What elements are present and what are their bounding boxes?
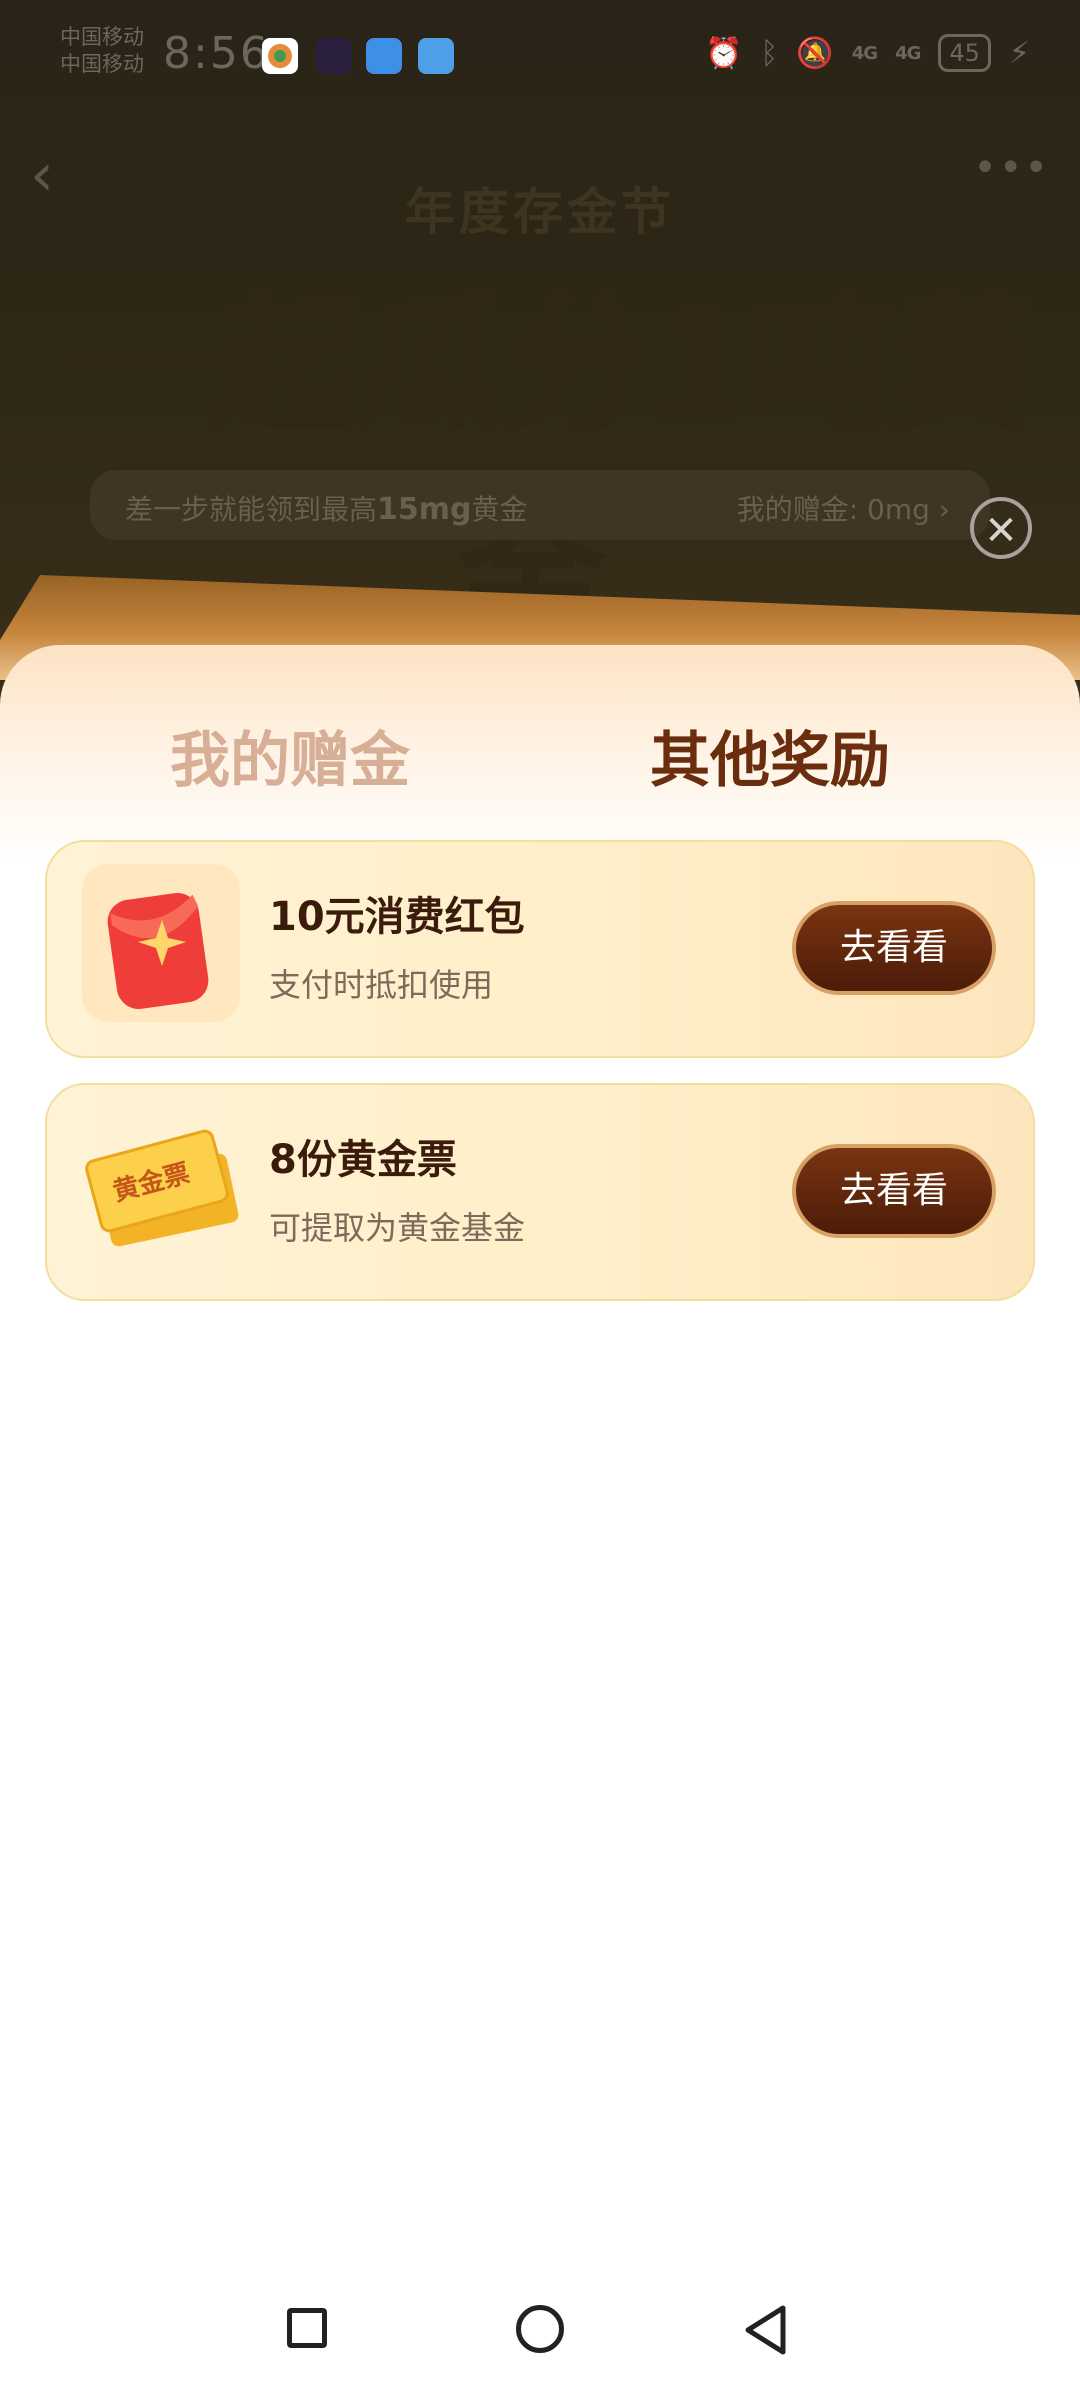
rewards-sheet: 我的赠金 其他奖励 10元消费红包 支付时抵扣使用 去看看 黄金票 8份黄金票 … <box>0 645 1080 2225</box>
carrier-labels: 中国移动 中国移动 <box>60 24 144 78</box>
browser-app-icon <box>418 38 454 74</box>
app-notification-icon <box>262 38 298 74</box>
bluetooth-icon: ᛒ <box>760 35 779 71</box>
reward-title: 8份黄金票 <box>269 1137 457 1183</box>
signal-1-icon: 4G <box>851 42 878 64</box>
home-icon[interactable] <box>516 2305 564 2353</box>
my-gift-link[interactable]: 我的赠金: 0mg › <box>737 488 950 528</box>
status-bar: 中国移动 中国移动 8:56 ⏰ ᛒ 🔕 4G 4G 45 ⚡ <box>0 0 1080 110</box>
signal-2-icon: 4G <box>895 42 921 64</box>
carrier-1: 中国移动 <box>60 25 144 49</box>
recents-icon[interactable] <box>287 2308 327 2348</box>
back-triangle-icon[interactable] <box>743 2303 789 2357</box>
view-red-envelope-button[interactable]: 去看看 <box>792 901 996 995</box>
clock: 8:56 <box>163 28 270 79</box>
system-nav-bar <box>0 2225 1080 2388</box>
reward-card-red-envelope: 10元消费红包 支付时抵扣使用 去看看 <box>45 840 1035 1058</box>
reward-desc: 可提取为黄金基金 <box>269 1209 526 1247</box>
view-gold-ticket-button[interactable]: 去看看 <box>792 1144 996 1238</box>
charging-icon: ⚡ <box>1008 35 1030 71</box>
reward-card-gold-ticket: 黄金票 8份黄金票 可提取为黄金基金 去看看 <box>45 1083 1035 1301</box>
battery-icon: 45 <box>938 34 991 72</box>
event-subtitle: 年度存金节 <box>405 183 675 241</box>
close-icon[interactable]: ✕ <box>970 497 1032 559</box>
carrier-2: 中国移动 <box>60 52 144 76</box>
gold-ticket-icon: 黄金票 <box>82 1107 240 1265</box>
message-app-icon <box>366 38 402 74</box>
red-envelope-icon <box>82 864 240 1022</box>
progress-text: 差一步就能领到最高15mg黄金 <box>125 492 528 527</box>
progress-bar: 差一步就能领到最高15mg黄金 我的赠金: 0mg › <box>90 470 990 540</box>
reward-title: 10元消费红包 <box>269 894 525 940</box>
chevron-right-icon: › <box>938 493 950 526</box>
tab-other-rewards[interactable]: 其他奖励 <box>650 712 890 799</box>
alarm-icon: ⏰ <box>705 35 743 71</box>
app-notification-icon <box>316 38 352 74</box>
tab-my-gift[interactable]: 我的赠金 <box>170 712 410 799</box>
mute-icon: 🔕 <box>796 35 834 71</box>
status-icons: ⏰ ᛒ 🔕 4G 4G 45 ⚡ <box>705 34 1030 72</box>
reward-desc: 支付时抵扣使用 <box>269 966 494 1004</box>
